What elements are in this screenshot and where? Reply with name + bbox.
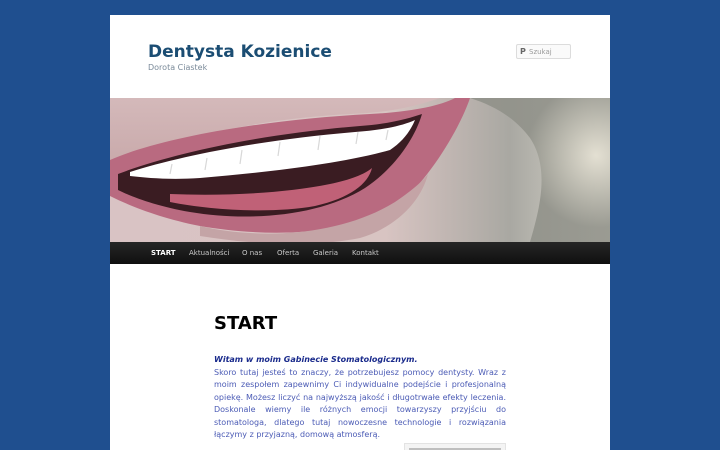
site-description: Dorota Ciastek bbox=[148, 63, 208, 72]
search-icon: P bbox=[520, 47, 526, 56]
nav-item-o-nas[interactable]: O nas bbox=[242, 242, 262, 264]
gallery-thumbnail[interactable] bbox=[404, 443, 506, 450]
nav-item-oferta[interactable]: Oferta bbox=[277, 242, 299, 264]
nav-item-galeria[interactable]: Galeria bbox=[313, 242, 338, 264]
main-navigation: START Aktualności O nas Oferta Galeria K… bbox=[110, 242, 610, 264]
search-box[interactable]: P bbox=[516, 44, 571, 59]
intro-heading: Witam w moim Gabinecie Stomatologicznym. bbox=[214, 355, 418, 364]
header-banner-image bbox=[110, 98, 610, 242]
nav-item-start[interactable]: START bbox=[151, 242, 176, 264]
page-container: Dentysta Kozienice Dorota Ciastek P Szuk… bbox=[110, 15, 610, 450]
page-title: START bbox=[214, 313, 278, 334]
smile-photo bbox=[110, 98, 610, 242]
site-title[interactable]: Dentysta Kozienice bbox=[148, 42, 332, 62]
nav-item-aktualnosci[interactable]: Aktualności bbox=[189, 242, 229, 264]
body-paragraph: Skoro tutaj jesteś to znaczy, że potrzeb… bbox=[214, 368, 506, 440]
nav-item-kontakt[interactable]: Kontakt bbox=[352, 242, 379, 264]
search-input[interactable] bbox=[529, 46, 569, 57]
